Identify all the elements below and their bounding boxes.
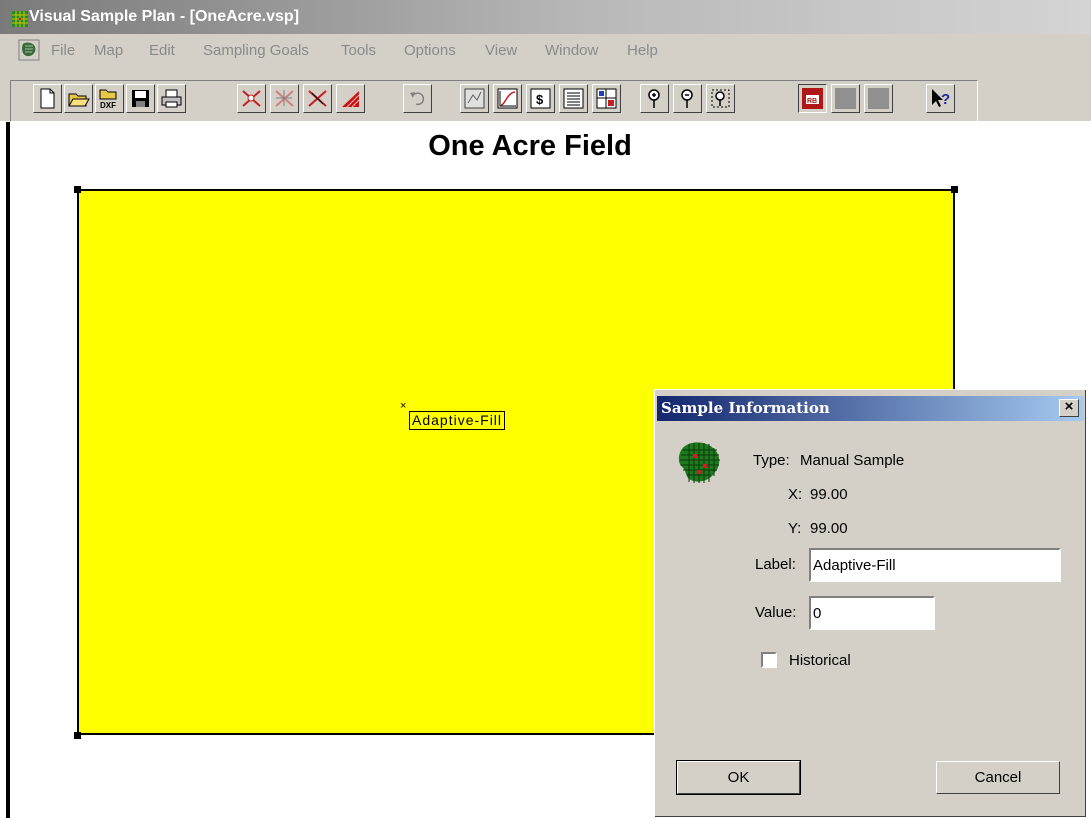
save-button[interactable] [126,84,155,113]
open-folder-icon [68,93,90,107]
move-sample-icon [275,90,294,107]
help-arrow-question-icon: ? [932,89,950,108]
toolbar: DXF $ RB ? [0,66,1091,122]
undo-button[interactable] [403,84,432,113]
rb-color-icon: RB [802,88,823,109]
open-file-button[interactable] [64,84,93,113]
undo-arrow-icon [410,92,425,106]
type-value: Manual Sample [800,452,905,469]
zoom-in-button[interactable] [640,84,669,113]
save-disk-icon [132,90,149,107]
y-label: Y: [788,520,802,537]
sample-information-dialog: Sample Information × Type: Manual Sample… [654,389,1087,818]
cost-view-button[interactable]: $ [526,84,555,113]
delete-sample-button[interactable] [303,84,332,113]
x-value: 99.00 [810,486,848,503]
historical-label: Historical [789,652,851,669]
type-label: Type: [753,452,790,469]
dialog-close-button[interactable]: × [1059,399,1079,417]
cost-dollar-icon: $ [530,88,551,109]
report-list-icon [563,88,584,109]
menu-edit[interactable]: Edit [149,42,175,59]
print-button[interactable] [157,84,186,113]
field-corner-handle[interactable] [74,186,81,193]
window-title-bar: Visual Sample Plan - [OneAcre.vsp] [0,0,1091,34]
graph-view-icon [497,88,518,109]
app-grid-icon [12,11,28,27]
graph-view-button[interactable] [493,84,522,113]
gray-swatch-icon [868,88,889,109]
window-title: Visual Sample Plan - [OneAcre.vsp] [29,8,300,25]
split-view-icon [596,88,617,109]
context-help-button[interactable]: ? [926,84,955,113]
zoom-out-pin-icon [681,89,693,108]
menu-tools[interactable]: Tools [341,42,376,59]
split-view-button[interactable] [592,84,621,113]
draw-area-button[interactable] [336,84,365,113]
import-dxf-button[interactable]: DXF [95,84,124,113]
label-field-label: Label: [755,556,796,573]
dxf-text: DXF [100,101,116,110]
label-input[interactable]: Adaptive-Fill [809,548,1061,582]
help-question-text: ? [941,91,950,108]
zoom-extents-icon [711,89,730,108]
cancel-button[interactable]: Cancel [936,761,1060,794]
printer-icon [161,89,182,108]
red-area-triangle-icon [342,91,360,108]
dialog-title-bar[interactable]: Sample Information × [657,396,1084,421]
zoom-out-button[interactable] [673,84,702,113]
menu-file[interactable]: File [51,42,75,59]
new-document-icon [40,88,55,109]
field-corner-handle[interactable] [951,186,958,193]
manual-sample-blob-icon [678,442,720,483]
color-rb-button[interactable]: RB [798,84,827,113]
color-gray-button-1[interactable] [831,84,860,113]
value-input[interactable]: 0 [809,596,935,630]
map-title: One Acre Field [428,130,632,162]
menu-bar: File Map Edit Sampling Goals Tools Optio… [0,34,1091,66]
new-document-button[interactable] [33,84,62,113]
menu-sampling-goals[interactable]: Sampling Goals [203,42,309,59]
zoom-in-pin-icon [648,89,660,108]
dxf-folder-icon: DXF [99,89,117,110]
dollar-text: $ [536,92,544,107]
value-field-label: Value: [755,604,797,621]
sample-point-marker[interactable]: × [400,401,406,412]
x-label: X: [788,486,803,503]
move-sample-button[interactable] [270,84,299,113]
add-sample-icon [242,90,261,107]
menu-view[interactable]: View [485,42,517,59]
dialog-title: Sample Information [661,399,830,417]
sample-point-label[interactable]: Adaptive-Fill [409,411,506,430]
y-value: 99.00 [810,520,848,537]
map-view-icon [464,88,485,109]
field-corner-handle[interactable] [74,732,81,739]
window-left-border [6,122,10,818]
report-view-button[interactable] [559,84,588,113]
ok-button[interactable]: OK [676,760,801,795]
color-gray-button-2[interactable] [864,84,893,113]
menu-help[interactable]: Help [627,42,658,59]
delete-sample-icon [308,90,327,107]
zoom-extents-button[interactable] [706,84,735,113]
historical-checkbox[interactable] [761,652,777,668]
menu-window[interactable]: Window [545,42,598,59]
menu-options[interactable]: Options [404,42,456,59]
menu-map[interactable]: Map [94,42,123,59]
gray-swatch-icon [835,88,856,109]
document-system-menu-icon[interactable] [18,39,40,61]
map-view-button[interactable] [460,84,489,113]
rb-text: RB [807,98,817,105]
add-sample-button[interactable] [237,84,266,113]
